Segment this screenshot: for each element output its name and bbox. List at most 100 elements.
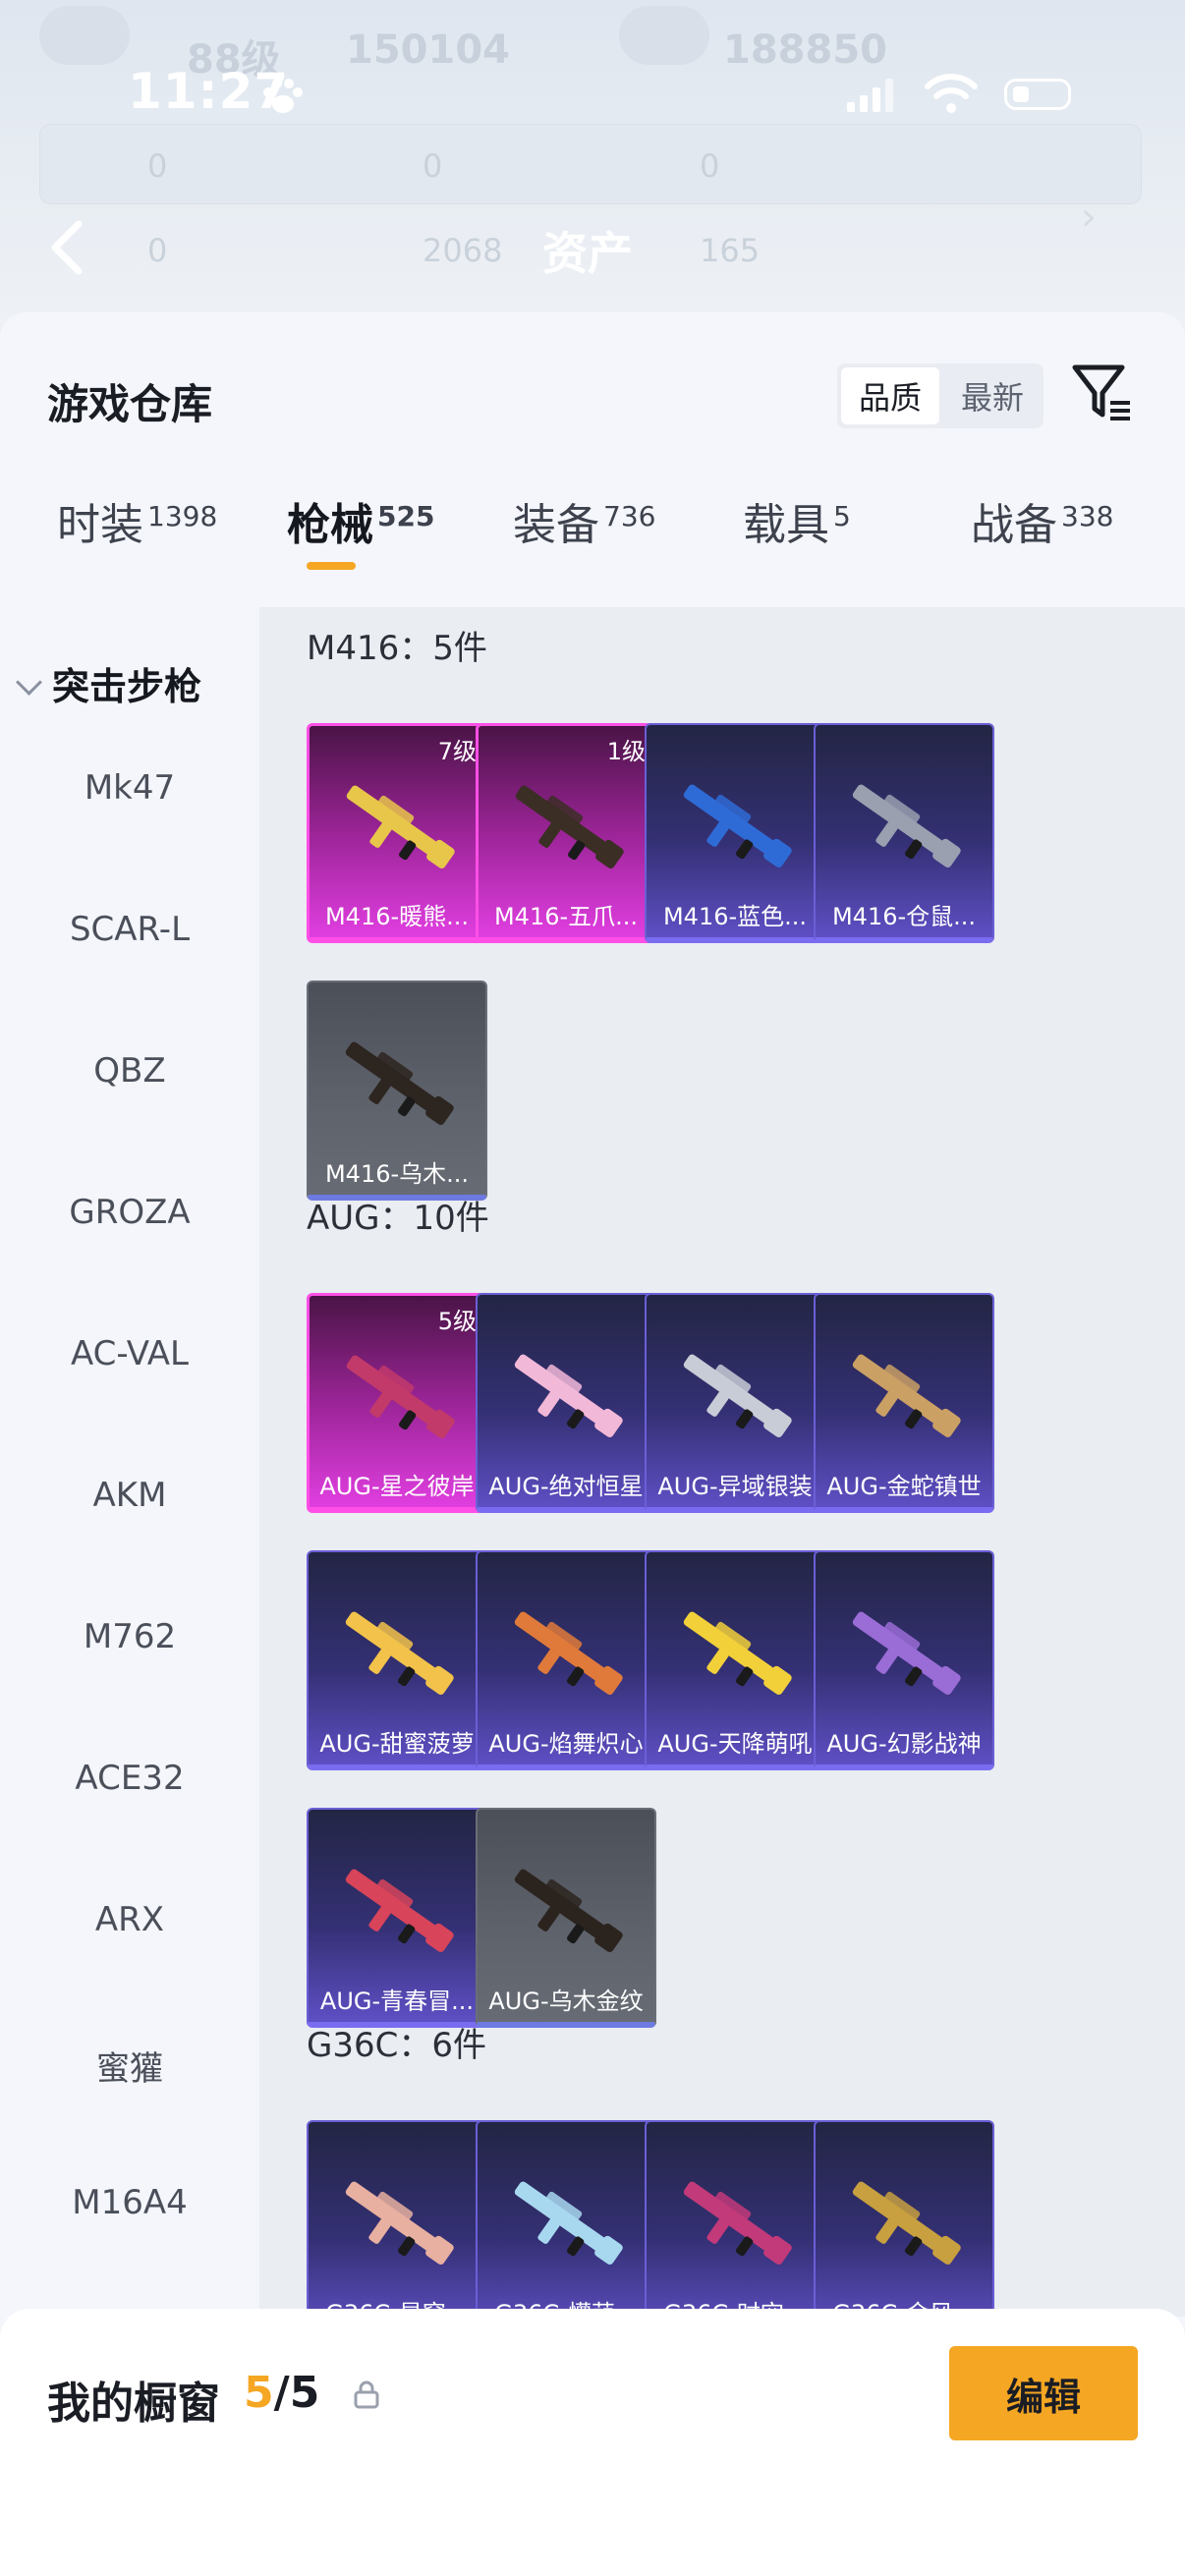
sidebar-item-m16a4[interactable]: M16A4	[0, 2183, 259, 2222]
weapon-card-name: AUG-幻影战神	[826, 1730, 982, 1758]
weapon-card[interactable]: M416-仓鼠...	[814, 723, 994, 943]
weapon-card[interactable]: 7级 M416-暖熊...	[307, 723, 487, 943]
weapon-card[interactable]: AUG-幻影战神	[814, 1550, 994, 1770]
weapon-card-name: AUG-金蛇镇世	[826, 1473, 982, 1500]
weapon-card[interactable]: AUG-青春冒...	[307, 1808, 487, 2028]
edit-button[interactable]: 编辑	[949, 2346, 1138, 2440]
gun-icon	[852, 1611, 961, 1695]
tab-equipment[interactable]: 装备 736	[513, 489, 655, 552]
showcase-current: 5	[244, 2368, 274, 2418]
sidebar-item-qbz[interactable]: QBZ	[0, 1051, 259, 1091]
weapon-card-name: AUG-天降萌吼	[657, 1730, 813, 1758]
gun-icon	[345, 1611, 454, 1695]
weapon-card[interactable]: AUG-乌木金纹	[476, 1808, 656, 2028]
weapon-card[interactable]: G36C-金风...	[814, 2120, 994, 2317]
tab-count: 1398	[147, 500, 218, 532]
battery-icon	[1004, 79, 1071, 110]
sort-quality-button[interactable]: 品质	[841, 367, 939, 424]
sort-newest-button[interactable]: 最新	[943, 367, 1042, 424]
tab-label: 载具	[743, 500, 829, 550]
sidebar-item-akm[interactable]: AKM	[0, 1476, 259, 1515]
tab-supplies[interactable]: 战备 338	[971, 489, 1113, 552]
faint-value: 2068	[423, 232, 503, 269]
weapon-card[interactable]: G36C-时空...	[645, 2120, 825, 2317]
tab-label: 时装	[57, 500, 143, 550]
gun-icon	[514, 1611, 623, 1695]
sidebar-item-ac-val[interactable]: AC-VAL	[0, 1334, 259, 1373]
gun-icon	[345, 2181, 454, 2265]
weapon-card-name: AUG-甜蜜菠萝	[319, 1730, 475, 1758]
stat-a-text: 150104	[346, 28, 510, 73]
gun-icon	[346, 785, 455, 868]
weapon-card[interactable]: M416-蓝色...	[645, 723, 825, 943]
weapon-grid: M416：5件 AUG：10件 G36C：6件 7级 M416-暖熊... 1级 M4…	[259, 607, 1185, 2317]
gun-icon	[346, 1355, 455, 1438]
gun-icon	[515, 785, 624, 868]
weapon-card[interactable]: 5级 AUG-星之彼岸	[307, 1293, 487, 1513]
active-tab-indicator	[307, 562, 356, 570]
group-title-m416: M416：5件	[307, 629, 487, 668]
weapon-card[interactable]: AUG-焰舞炽心	[476, 1550, 656, 1770]
tab-count: 5	[833, 500, 851, 532]
gun-icon	[683, 2181, 792, 2265]
sidebar-item-m762[interactable]: M762	[0, 1617, 259, 1656]
weapon-card-name: M416-乌木...	[324, 1160, 470, 1188]
sidebar-group-label: 突击步枪	[52, 665, 202, 708]
signal-icon	[847, 79, 893, 112]
gun-icon	[514, 1869, 623, 1952]
wifi-icon	[925, 74, 978, 113]
stat-b-text: 188850	[723, 28, 887, 73]
gun-icon	[683, 784, 792, 868]
faint-value: 0	[147, 232, 168, 269]
weapon-card[interactable]: AUG-异域银装	[645, 1293, 825, 1513]
gun-icon	[852, 784, 961, 868]
weapon-card[interactable]: AUG-金蛇镇世	[814, 1293, 994, 1513]
weapon-card[interactable]: AUG-甜蜜菠萝	[307, 1550, 487, 1770]
showcase-title: 我的橱窗	[47, 2379, 220, 2429]
tab-label: 装备	[513, 500, 599, 550]
paw-icon	[263, 79, 303, 113]
backdrop-strip	[39, 124, 1142, 204]
weapon-card-name: AUG-青春冒...	[319, 1988, 475, 2015]
rank-emblem-icon	[619, 6, 709, 65]
weapon-type-sidebar: 突击步枪 Mk47 SCAR-L QBZ GROZA AC-VAL AKM M7…	[0, 607, 259, 2317]
skin-level-badge: 1级	[606, 738, 646, 765]
faint-value: 0	[423, 147, 443, 185]
gun-icon	[345, 1041, 454, 1125]
tab-vehicles[interactable]: 载具 5	[743, 489, 851, 552]
weapon-card[interactable]: M416-乌木...	[307, 980, 487, 1201]
sidebar-item-ace32[interactable]: ACE32	[0, 1759, 259, 1798]
sidebar-group-assault-rifles[interactable]: 突击步枪	[16, 656, 202, 710]
tab-label: 枪械	[287, 500, 373, 550]
showcase-bar: 我的橱窗 5/5 编辑	[0, 2309, 1185, 2576]
filter-icon[interactable]	[1071, 362, 1134, 424]
sidebar-item-arx[interactable]: ARX	[0, 1900, 259, 1939]
tab-guns[interactable]: 枪械 525	[287, 489, 434, 570]
background-asset-page: 88级 150104 188850 0 0 0 0 2068 165 11:27…	[0, 0, 1185, 324]
back-arrow-icon[interactable]	[47, 218, 86, 277]
showcase-count: 5/5	[244, 2368, 319, 2418]
weapon-card[interactable]: G36C-懵萌...	[476, 2120, 656, 2317]
showcase-total: /5	[273, 2368, 320, 2418]
sidebar-item-mk47[interactable]: Mk47	[0, 768, 259, 808]
warehouse-sheet: 游戏仓库 品质 最新 时装 1398 枪械 525 装备 736 载具 5 战备 338 …	[0, 312, 1185, 2576]
faint-value: 165	[700, 232, 761, 269]
tab-label: 战备	[971, 500, 1057, 550]
weapon-card[interactable]: 1级 M416-五爪...	[476, 723, 656, 943]
weapon-card-name: M416-仓鼠...	[831, 903, 977, 930]
weapon-card-name: AUG-焰舞炽心	[488, 1730, 644, 1758]
sidebar-item-honey-badger[interactable]: 蜜獾	[0, 2042, 259, 2090]
tab-fashion[interactable]: 时装 1398	[57, 489, 217, 552]
gun-icon	[514, 1354, 623, 1437]
weapon-card[interactable]: G36C-星穹...	[307, 2120, 487, 2317]
weapon-card[interactable]: AUG-天降萌吼	[645, 1550, 825, 1770]
chevron-right-icon: ›	[1081, 195, 1097, 240]
weapon-card-name: AUG-异域银装	[657, 1473, 813, 1500]
sidebar-item-groza[interactable]: GROZA	[0, 1193, 259, 1232]
weapon-card-name: M416-暖熊...	[324, 903, 470, 930]
weapon-card-name: AUG-乌木金纹	[488, 1988, 644, 2015]
weapon-card-name: M416-五爪...	[493, 903, 639, 930]
weapon-card[interactable]: AUG-绝对恒星	[476, 1293, 656, 1513]
weapon-card-name: AUG-星之彼岸	[319, 1473, 475, 1500]
sidebar-item-scar-l[interactable]: SCAR-L	[0, 910, 259, 949]
